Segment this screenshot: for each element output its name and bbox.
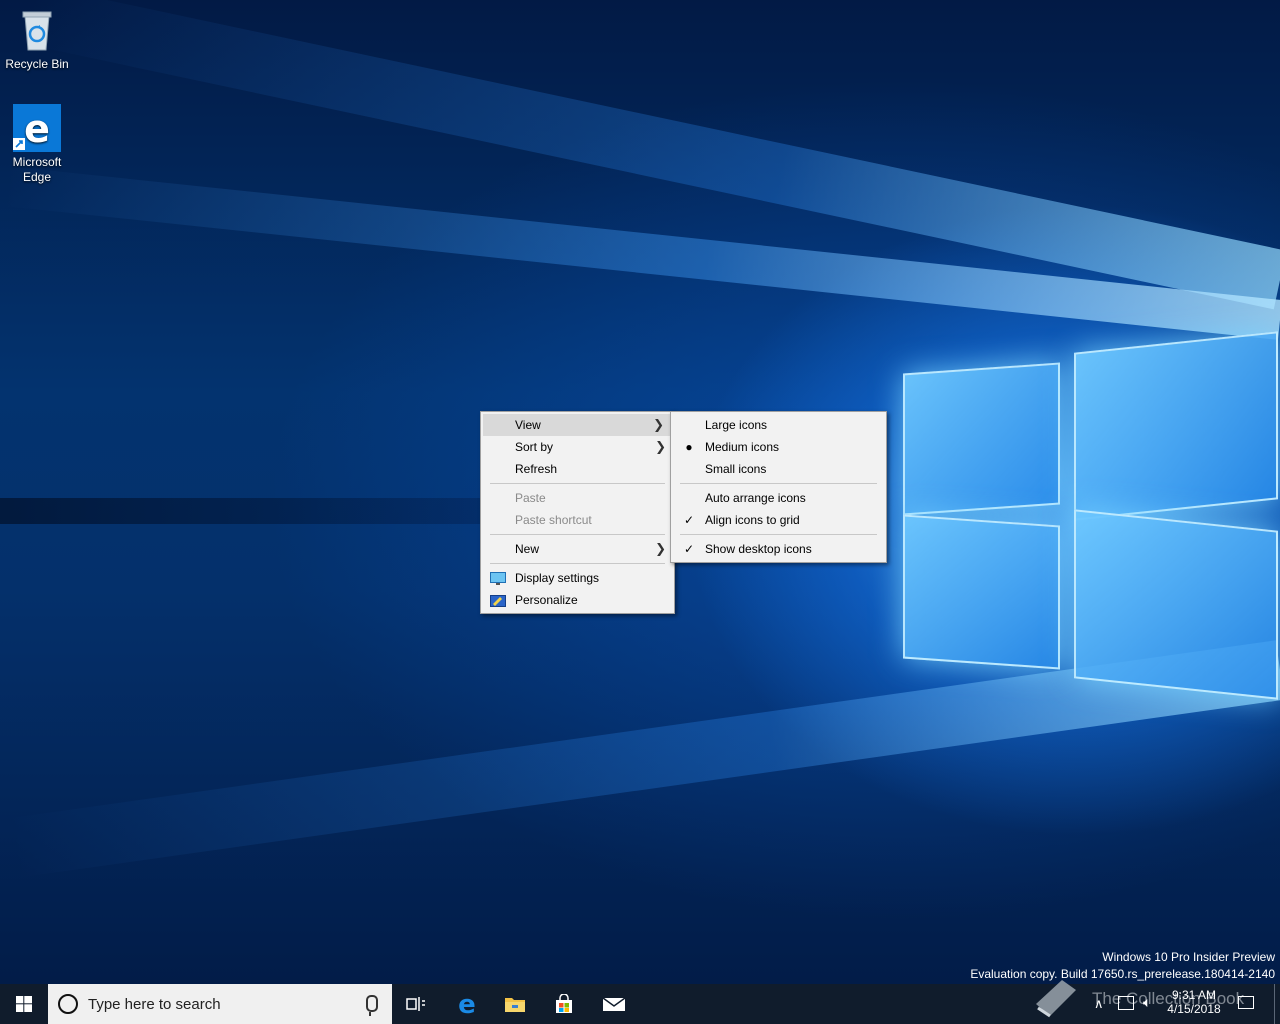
show-desktop-button[interactable] bbox=[1274, 984, 1280, 1024]
desktop-context-menu: View ❯ Sort by ❯ Refresh Paste Paste sho… bbox=[480, 411, 675, 614]
chevron-right-icon: ❯ bbox=[655, 541, 666, 556]
taskbar-mail-button[interactable] bbox=[590, 984, 638, 1024]
menu-item-label: View bbox=[515, 418, 541, 432]
desktop-icon-label: Recycle Bin bbox=[5, 57, 69, 71]
taskbar-edge-button[interactable]: e bbox=[443, 984, 491, 1024]
windows-logo-pane bbox=[903, 362, 1060, 516]
menu-item-paste: Paste bbox=[481, 487, 674, 509]
windows-logo-pane bbox=[1074, 509, 1278, 700]
evaluation-watermark: Windows 10 Pro Insider Preview Evaluatio… bbox=[970, 949, 1275, 983]
submenu-item-align-icons-to-grid[interactable]: ✓ Align icons to grid bbox=[671, 509, 886, 531]
menu-separator bbox=[490, 534, 665, 535]
menu-item-label: New bbox=[515, 542, 540, 556]
menu-item-label: Show desktop icons bbox=[705, 542, 812, 556]
desktop-icon-label: Edge bbox=[22, 170, 52, 184]
menu-item-label: Large icons bbox=[705, 418, 768, 432]
start-button[interactable] bbox=[0, 984, 48, 1024]
dark-band bbox=[0, 498, 480, 524]
clock-time: 9:31 AM bbox=[1171, 988, 1217, 1002]
clock-date: 4/15/2018 bbox=[1167, 1002, 1221, 1016]
chevron-up-icon: ∧ bbox=[1094, 996, 1104, 1011]
book-watermark-icon bbox=[1032, 974, 1080, 1020]
taskbar-store-button[interactable] bbox=[540, 984, 588, 1024]
show-hidden-icons-button[interactable]: ∧ bbox=[1094, 996, 1104, 1012]
cortana-icon bbox=[58, 994, 78, 1014]
menu-item-display-settings[interactable]: Display settings bbox=[481, 567, 674, 589]
submenu-item-medium-icons[interactable]: ● Medium icons bbox=[671, 436, 886, 458]
windows-logo-icon bbox=[16, 996, 32, 1012]
windows-logo-pane bbox=[903, 514, 1060, 670]
menu-item-label: Display settings bbox=[515, 571, 600, 585]
task-view-icon bbox=[406, 997, 425, 1011]
edge-icon: e bbox=[13, 104, 61, 152]
personalize-icon bbox=[490, 593, 506, 607]
submenu-item-auto-arrange-icons[interactable]: Auto arrange icons bbox=[671, 487, 886, 509]
submenu-item-large-icons[interactable]: Large icons bbox=[671, 414, 886, 436]
menu-separator bbox=[680, 483, 877, 484]
chevron-right-icon: ❯ bbox=[655, 439, 666, 454]
bullet-icon: ● bbox=[685, 440, 693, 454]
volume-icon[interactable]: 🔈︎ bbox=[1143, 994, 1151, 1011]
menu-item-personalize[interactable]: Personalize bbox=[481, 589, 674, 611]
menu-item-label: Small icons bbox=[705, 462, 767, 476]
action-center-icon[interactable] bbox=[1238, 996, 1254, 1009]
menu-item-refresh[interactable]: Refresh bbox=[481, 458, 674, 480]
menu-item-sort-by[interactable]: Sort by ❯ bbox=[481, 436, 674, 458]
menu-item-label: Sort by bbox=[515, 440, 554, 454]
desktop-icon-label: Microsoft bbox=[12, 155, 62, 169]
windows-logo-pane bbox=[1074, 331, 1278, 521]
mail-icon bbox=[602, 997, 626, 1011]
desktop-icon-recycle-bin[interactable]: Recycle Bin bbox=[0, 6, 74, 72]
watermark-line2: Evaluation copy. Build 17650.rs_prerelea… bbox=[970, 967, 1275, 981]
svg-text:e: e bbox=[24, 107, 50, 151]
menu-item-paste-shortcut: Paste shortcut bbox=[481, 509, 674, 531]
watermark-line1: Windows 10 Pro Insider Preview bbox=[1102, 950, 1275, 964]
taskbar: Type here to search e The Collection Boo… bbox=[0, 980, 1280, 1024]
submenu-item-small-icons[interactable]: Small icons bbox=[671, 458, 886, 480]
chevron-right-icon: ❯ bbox=[653, 417, 664, 432]
menu-item-view[interactable]: View ❯ bbox=[483, 414, 672, 436]
clock[interactable]: 9:31 AM 4/15/2018 bbox=[1160, 988, 1228, 1016]
submenu-item-show-desktop-icons[interactable]: ✓ Show desktop icons bbox=[671, 538, 886, 560]
search-box[interactable]: Type here to search bbox=[48, 984, 392, 1024]
menu-item-label: Auto arrange icons bbox=[705, 491, 806, 505]
svg-text:e: e bbox=[458, 992, 476, 1016]
menu-item-label: Refresh bbox=[515, 462, 558, 476]
menu-separator bbox=[490, 483, 665, 484]
recycle-bin-icon bbox=[13, 6, 61, 54]
search-placeholder: Type here to search bbox=[88, 996, 221, 1013]
menu-item-label: Medium icons bbox=[705, 440, 780, 454]
menu-item-label: Paste bbox=[515, 491, 546, 505]
checkmark-icon: ✓ bbox=[683, 513, 695, 527]
network-icon[interactable] bbox=[1118, 996, 1134, 1010]
store-icon bbox=[556, 994, 572, 1013]
taskbar-file-explorer-button[interactable] bbox=[491, 984, 539, 1024]
display-settings-icon bbox=[490, 571, 506, 585]
checkmark-icon: ✓ bbox=[683, 542, 695, 556]
task-view-button[interactable] bbox=[392, 984, 440, 1024]
menu-item-label: Personalize bbox=[515, 593, 578, 607]
desktop-icon-microsoft-edge[interactable]: e Microsoft Edge bbox=[0, 104, 74, 185]
menu-separator bbox=[490, 563, 665, 564]
microphone-icon[interactable] bbox=[366, 995, 378, 1016]
menu-item-label: Paste shortcut bbox=[515, 513, 592, 527]
view-submenu: Large icons ● Medium icons Small icons A… bbox=[670, 411, 887, 563]
menu-item-new[interactable]: New ❯ bbox=[481, 538, 674, 560]
menu-separator bbox=[680, 534, 877, 535]
menu-item-label: Align icons to grid bbox=[705, 513, 800, 527]
edge-icon: e bbox=[458, 992, 476, 1016]
file-explorer-icon bbox=[505, 998, 525, 1012]
